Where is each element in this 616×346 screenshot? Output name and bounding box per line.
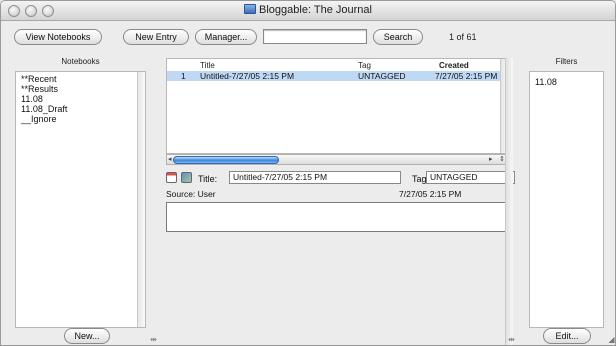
main-window: Bloggable: The Journal View Notebooks Ne…	[0, 0, 616, 346]
filter-item-11-08[interactable]: 11.08	[530, 77, 603, 87]
entry-detail-row: Title: Untitled-7/27/05 2:15 PM Tag: UNT…	[166, 171, 515, 187]
column-header-created[interactable]: Created	[439, 61, 469, 70]
toolbar: View Notebooks New Entry Manager... Sear…	[1, 22, 615, 50]
manager-button[interactable]: Manager...	[195, 29, 257, 45]
resize-grip-icon[interactable]: ◢	[607, 335, 615, 344]
search-button[interactable]: Search	[373, 29, 423, 45]
window-title-text: Bloggable: The Journal	[259, 4, 372, 16]
notebook-item-11-08[interactable]: 11.08	[16, 94, 145, 104]
search-input[interactable]	[263, 29, 367, 44]
notebook-item-ignore[interactable]: __Ignore	[16, 114, 145, 124]
entries-table[interactable]: Title Tag Created 1 Untitled-7/27/05 2:1…	[166, 58, 508, 154]
notebook-list-scrollbar[interactable]	[137, 72, 145, 327]
row-tag: UNTAGGED	[358, 71, 406, 81]
window-title: Bloggable: The Journal	[1, 4, 615, 16]
table-row[interactable]: 1 Untitled-7/27/05 2:15 PM UNTAGGED 7/27…	[167, 71, 502, 81]
source-text: Source: User	[166, 189, 216, 199]
scroll-left-icon[interactable]: ◂	[168, 155, 172, 164]
scroll-stepper-icon[interactable]: ⇕	[499, 155, 505, 164]
row-created: 7/27/05 2:15 PM I	[435, 71, 503, 81]
entry-body-editor[interactable]	[166, 202, 506, 232]
scroll-right-icon[interactable]: ▸	[489, 155, 493, 164]
edit-filters-button[interactable]: Edit...	[543, 328, 591, 344]
filter-list[interactable]: 11.08	[529, 71, 604, 328]
entries-horizontal-scrollbar[interactable]: ◂ ▸ ⇕	[166, 154, 508, 165]
resize-grip-icon[interactable]: ⇹	[507, 335, 516, 344]
notebooks-header: Notebooks	[61, 57, 100, 66]
horizontal-scroll-thumb[interactable]	[173, 156, 279, 164]
row-index: 1	[181, 71, 186, 81]
notebook-item-results[interactable]: **Results	[16, 84, 145, 94]
new-notebook-button[interactable]: New...	[64, 328, 110, 344]
filters-pane: Filters 11.08 Edit... ◢	[523, 51, 615, 345]
entries-pane: Title Tag Created 1 Untitled-7/27/05 2:1…	[161, 51, 523, 345]
image-icon[interactable]	[181, 172, 192, 183]
row-title: Untitled-7/27/05 2:15 PM	[200, 71, 295, 81]
new-entry-button[interactable]: New Entry	[123, 29, 189, 45]
entry-counter: 1 of 61	[449, 32, 477, 42]
entry-meta-row: Source: User 7/27/05 2:15 PM	[166, 189, 511, 199]
calendar-icon[interactable]	[166, 172, 177, 183]
entry-date-text: 7/27/05 2:15 PM	[399, 189, 462, 199]
title-label: Title:	[198, 174, 218, 184]
title-field[interactable]: Untitled-7/27/05 2:15 PM	[229, 171, 401, 184]
center-pane-scrollbar[interactable]	[505, 58, 513, 345]
column-header-title[interactable]: Title	[200, 61, 215, 70]
column-header-tag[interactable]: Tag	[358, 61, 371, 70]
notebook-list[interactable]: **Recent **Results 11.08 11.08_Draft __I…	[15, 71, 146, 328]
notebooks-pane: Notebooks **Recent **Results 11.08 11.08…	[1, 51, 161, 345]
tag-field[interactable]: UNTAGGED	[426, 171, 515, 184]
title-bar: Bloggable: The Journal	[1, 1, 615, 21]
notebook-item-recent[interactable]: **Recent	[16, 74, 145, 84]
view-notebooks-button[interactable]: View Notebooks	[14, 29, 102, 45]
filters-header: Filters	[555, 57, 578, 66]
resize-grip-icon[interactable]: ⇹	[149, 335, 158, 344]
notebook-item-11-08-draft[interactable]: 11.08_Draft	[16, 104, 145, 114]
document-icon	[244, 4, 257, 14]
